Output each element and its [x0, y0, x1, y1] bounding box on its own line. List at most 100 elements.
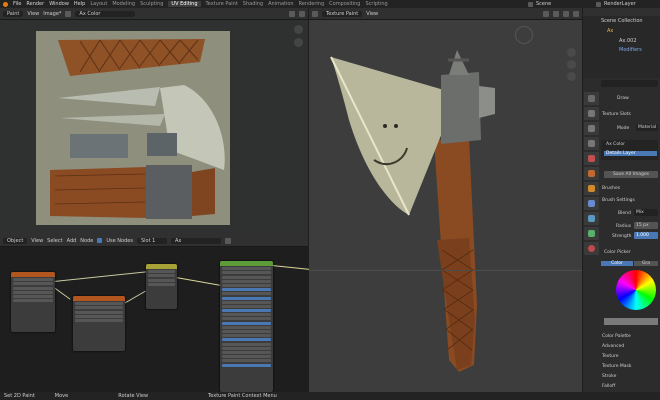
node-menu-node[interactable]: Node: [80, 238, 93, 244]
world-icon: [588, 170, 595, 177]
tab-texture-paint[interactable]: Texture Paint: [206, 1, 238, 7]
world-tab[interactable]: [584, 167, 599, 180]
shading-material-icon[interactable]: [573, 10, 579, 17]
modifier-tab[interactable]: [584, 197, 599, 210]
menu-render[interactable]: Render: [26, 1, 44, 7]
tool-icon: [588, 95, 595, 102]
node-menu-add[interactable]: Add: [67, 238, 77, 244]
tool-tab[interactable]: [584, 92, 599, 105]
slot-details-layer[interactable]: Details Layer: [604, 151, 657, 156]
overlay-icon[interactable]: [553, 10, 559, 17]
node-editor-canvas[interactable]: [0, 247, 312, 392]
strength-label: Strength: [612, 234, 632, 239]
material-field[interactable]: Ax: [170, 237, 221, 244]
color-swatch[interactable]: [604, 318, 658, 325]
render-tab[interactable]: [584, 107, 599, 120]
node-menu-select[interactable]: Select: [47, 238, 62, 244]
blender-logo-icon[interactable]: [3, 1, 8, 7]
object-tab[interactable]: [584, 182, 599, 195]
status-rotate: Rotate View: [118, 393, 149, 399]
camera-view-icon[interactable]: [567, 72, 576, 81]
viewport-menu-view[interactable]: View: [366, 11, 378, 17]
outliner-item-modifiers[interactable]: Modifiers: [619, 47, 642, 53]
texture-mask-panel[interactable]: Texture Mask: [602, 364, 632, 369]
tab-modeling[interactable]: Modeling: [112, 1, 135, 7]
pan-hand-icon[interactable]: [294, 38, 303, 47]
material-pin-icon[interactable]: [224, 237, 231, 244]
tab-animation[interactable]: Animation: [268, 1, 294, 7]
scene-selector[interactable]: Scene: [528, 0, 551, 8]
tab-scripting[interactable]: Scripting: [365, 1, 387, 7]
viewport-options-icon[interactable]: [543, 10, 549, 17]
pin-icon[interactable]: [289, 10, 295, 17]
view-layer-selector[interactable]: RenderLayer: [596, 0, 636, 8]
outliner-item-ax002[interactable]: Ax.002: [619, 38, 637, 44]
tab-uv-editing[interactable]: UV Editing: [168, 1, 201, 7]
output-tab[interactable]: [584, 122, 599, 135]
color-tab[interactable]: Color: [601, 261, 633, 266]
tab-shading[interactable]: Shading: [243, 1, 263, 7]
tab-compositing[interactable]: Compositing: [329, 1, 360, 7]
axe-model: [330, 50, 495, 372]
node-menu-view[interactable]: View: [31, 238, 43, 244]
tab-layout[interactable]: Layout: [90, 1, 107, 7]
shading-solid-icon[interactable]: [563, 10, 569, 17]
save-all-images-button[interactable]: Save All Images: [604, 171, 658, 178]
mix-node[interactable]: [146, 264, 177, 309]
pan-view-icon[interactable]: [567, 60, 576, 69]
node-link: [271, 265, 312, 271]
navigation-gizmo[interactable]: [515, 26, 533, 44]
outliner-item-ax[interactable]: Ax: [607, 28, 613, 34]
brush-settings-panel[interactable]: Brush Settings: [602, 198, 635, 203]
physics-tab[interactable]: [584, 227, 599, 240]
mode-dropdown[interactable]: Material: [636, 124, 659, 131]
scene-tab[interactable]: [584, 152, 599, 165]
material-tab[interactable]: [584, 242, 599, 255]
color-wheel[interactable]: [616, 270, 656, 310]
use-nodes-checkbox[interactable]: [97, 238, 103, 243]
menu-view[interactable]: View: [27, 11, 39, 17]
texture-node-2[interactable]: [73, 296, 125, 351]
image-editor-header: Paint View Image* Ax Color: [0, 8, 308, 20]
texture-panel[interactable]: Texture: [602, 354, 618, 359]
scene-collection-label: Scene Collection: [601, 18, 643, 24]
properties-search-input[interactable]: [601, 80, 658, 87]
image-name-field[interactable]: Ax Color: [75, 10, 136, 17]
image-texture-node[interactable]: [11, 272, 55, 332]
image-editor-canvas[interactable]: [0, 20, 308, 235]
advanced-panel[interactable]: Advanced: [602, 344, 624, 349]
image-browse-icon[interactable]: [65, 10, 72, 17]
radius-field[interactable]: 15 px: [634, 222, 658, 229]
node-link: [53, 271, 149, 282]
tab-sculpting[interactable]: Sculpting: [140, 1, 163, 7]
zoom-icon[interactable]: [294, 25, 303, 34]
gradient-tab[interactable]: Gra: [634, 261, 658, 266]
color-palette-panel[interactable]: Color Palette: [602, 334, 631, 339]
texture-image: [36, 31, 230, 225]
slot-dropdown[interactable]: Slot 1: [136, 237, 167, 244]
paint-mode-dropdown[interactable]: Paint: [3, 10, 24, 17]
texture-paint-mode-dropdown[interactable]: Texture Paint: [322, 10, 363, 17]
principled-bsdf-node[interactable]: [220, 261, 273, 392]
menu-image[interactable]: Image*: [43, 11, 61, 17]
falloff-panel[interactable]: Falloff: [602, 384, 615, 389]
shader-type-dropdown[interactable]: Object: [3, 237, 28, 244]
stroke-panel[interactable]: Stroke: [602, 374, 616, 379]
editor-type-icon[interactable]: [312, 10, 318, 17]
particles-tab[interactable]: [584, 212, 599, 225]
menu-file[interactable]: File: [13, 1, 21, 7]
menu-help[interactable]: Help: [74, 1, 85, 7]
view-layer-tab[interactable]: [584, 137, 599, 150]
blend-dropdown[interactable]: Mix: [634, 209, 658, 216]
menu-window[interactable]: Window: [49, 1, 69, 7]
slot-ax-color[interactable]: Ax Color: [606, 142, 625, 147]
color-picker-panel[interactable]: Color Picker: [604, 250, 631, 255]
texture-slots-panel[interactable]: Texture Slots: [602, 112, 631, 117]
viewport-3d[interactable]: [309, 20, 582, 392]
material-icon: [588, 245, 595, 252]
zoom-view-icon[interactable]: [567, 48, 576, 57]
brushes-panel[interactable]: Brushes: [602, 186, 620, 191]
strength-field[interactable]: 1.000: [634, 232, 658, 239]
tab-rendering[interactable]: Rendering: [299, 1, 325, 7]
close-image-icon[interactable]: [299, 10, 305, 17]
